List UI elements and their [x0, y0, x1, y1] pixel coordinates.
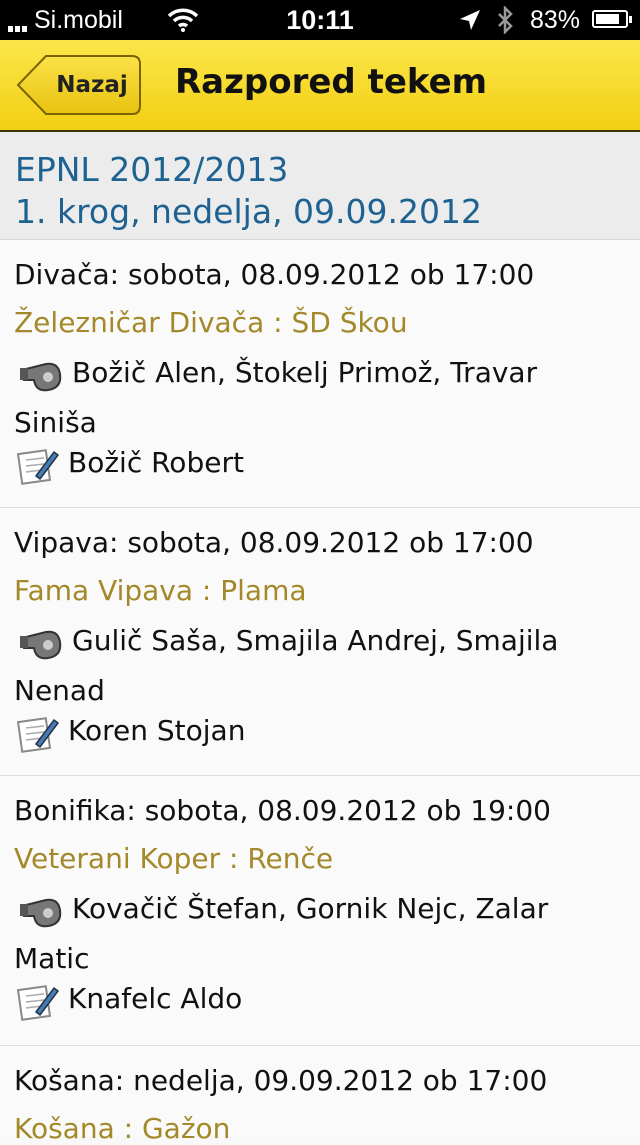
match-venue-time: Bonifika: sobota, 08.09.2012 ob 19:00	[14, 794, 551, 827]
match-item[interactable]: Košana: nedelja, 09.09.2012 ob 17:00 Koš…	[0, 1046, 640, 1145]
match-delegate: Knafelc Aldo	[68, 982, 243, 1015]
match-referees: Božič Alen, Štokelj Primož, Travar	[72, 356, 538, 389]
match-referees: Kovačič Štefan, Gornik Nejc, Zalar	[72, 892, 549, 925]
match-venue-time: Vipava: sobota, 08.09.2012 ob 17:00	[14, 526, 534, 559]
match-teams: Fama Vipava : Plama	[14, 574, 307, 607]
match-venue-time: Košana: nedelja, 09.09.2012 ob 17:00	[14, 1064, 548, 1097]
match-venue-time: Divača: sobota, 08.09.2012 ob 17:00	[14, 258, 535, 291]
back-button-label: Nazaj	[56, 72, 128, 98]
match-referees-continued: Nenad	[14, 674, 105, 707]
whistle-icon	[16, 892, 64, 936]
page-title: Razpored tekem	[175, 62, 488, 102]
match-referees-continued: Siniša	[14, 406, 97, 439]
status-bar: Si.mobil 10:11 83%	[0, 0, 640, 40]
match-teams: Železničar Divača : ŠD Škou	[14, 306, 408, 339]
battery-percentage: 83%	[530, 6, 581, 34]
notepad-icon	[16, 714, 60, 758]
match-item[interactable]: Bonifika: sobota, 08.09.2012 ob 19:00 Ve…	[0, 776, 640, 1046]
match-item[interactable]: Vipava: sobota, 08.09.2012 ob 17:00 Fama…	[0, 508, 640, 776]
match-teams: Veterani Koper : Renče	[14, 842, 334, 875]
notepad-icon	[16, 982, 60, 1026]
navigation-bar: Nazaj Razpored tekem	[0, 40, 640, 132]
back-button[interactable]: Nazaj	[16, 54, 142, 116]
notepad-icon	[16, 446, 60, 490]
round-header: EPNL 2012/2013 1. krog, nedelja, 09.09.2…	[0, 132, 640, 240]
match-item[interactable]: Divača: sobota, 08.09.2012 ob 17:00 Žele…	[0, 240, 640, 508]
bluetooth-icon	[497, 4, 513, 41]
match-referees: Gulič Saša, Smajila Andrej, Smajila	[72, 624, 559, 657]
whistle-icon	[16, 624, 64, 668]
battery-icon	[592, 10, 632, 28]
match-delegate: Koren Stojan	[68, 714, 246, 747]
match-referees-continued: Matic	[14, 942, 90, 975]
whistle-icon	[16, 356, 64, 400]
league-season: EPNL 2012/2013	[15, 150, 289, 189]
round-date: 1. krog, nedelja, 09.09.2012	[15, 192, 482, 231]
location-arrow-icon	[458, 8, 482, 39]
match-teams: Košana : Gažon	[14, 1112, 231, 1145]
match-delegate: Božič Robert	[68, 446, 244, 479]
